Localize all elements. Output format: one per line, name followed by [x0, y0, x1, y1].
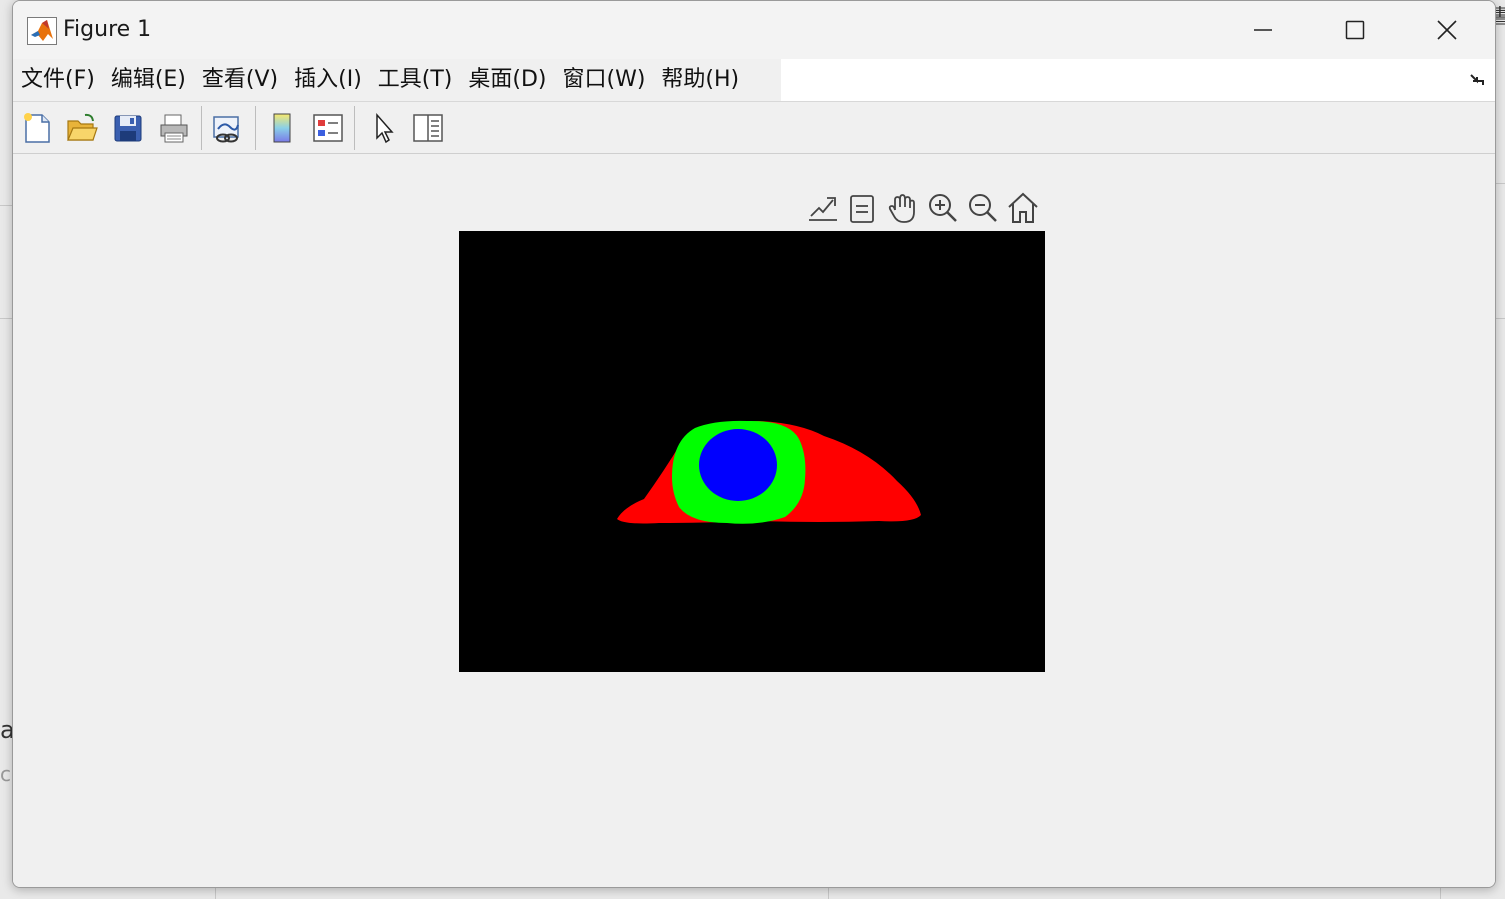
new-figure-icon[interactable] — [20, 111, 54, 145]
zoom-in-icon[interactable] — [925, 190, 961, 226]
background-divider — [215, 888, 216, 899]
property-inspector-icon[interactable] — [411, 111, 445, 145]
close-icon — [1437, 20, 1457, 40]
background-divider — [0, 205, 12, 206]
save-icon[interactable] — [111, 111, 145, 145]
menu-window[interactable]: 窗口(W) — [555, 59, 654, 101]
background-divider — [1496, 318, 1505, 319]
menu-bar-empty-area — [781, 59, 1495, 101]
title-bar[interactable]: Figure 1 — [13, 1, 1495, 59]
background-divider — [1440, 888, 1441, 899]
edit-plot-cursor-icon[interactable] — [367, 111, 401, 145]
window-title: Figure 1 — [63, 17, 152, 42]
home-restore-view-icon[interactable] — [1005, 190, 1041, 226]
print-icon[interactable] — [157, 111, 191, 145]
toolbar-separator — [201, 106, 202, 150]
minimize-icon — [1254, 29, 1272, 31]
zoom-out-icon[interactable] — [965, 190, 1001, 226]
menu-edit[interactable]: 编辑(E) — [103, 59, 194, 101]
matlab-logo-icon — [27, 17, 57, 45]
menu-insert[interactable]: 插入(I) — [286, 59, 370, 101]
menu-help[interactable]: 帮助(H) — [653, 59, 747, 101]
open-file-icon[interactable] — [65, 111, 99, 145]
export-icon[interactable] — [805, 190, 841, 226]
data-tips-icon[interactable] — [845, 190, 881, 226]
link-plot-icon[interactable] — [210, 111, 244, 145]
figure-canvas[interactable] — [13, 154, 1495, 887]
menu-bar: 文件(F) 编辑(E) 查看(V) 插入(I) 工具(T) 桌面(D) 窗口(W… — [13, 59, 1495, 101]
menu-desktop[interactable]: 桌面(D) — [460, 59, 554, 101]
pan-hand-icon[interactable] — [885, 190, 921, 226]
background-divider — [828, 888, 829, 899]
figure-toolbar — [13, 101, 1495, 154]
menu-view[interactable]: 查看(V) — [194, 59, 286, 101]
background-divider — [1496, 183, 1505, 184]
toolbar-separator — [255, 106, 256, 150]
legend-icon[interactable] — [311, 111, 345, 145]
toolbar-separator — [354, 106, 355, 150]
close-button[interactable] — [1401, 1, 1493, 59]
image-axes[interactable] — [459, 231, 1045, 672]
menu-tools[interactable]: 工具(T) — [370, 59, 461, 101]
background-divider — [0, 318, 12, 319]
figure-window: Figure 1 文件(F) 编辑(E) 查看(V) 插入(I) 工具(T) 桌… — [12, 0, 1496, 888]
colorbar-icon[interactable] — [266, 111, 300, 145]
menu-file[interactable]: 文件(F) — [13, 59, 103, 101]
maximize-button[interactable] — [1309, 1, 1401, 59]
maximize-icon — [1345, 20, 1365, 40]
inner-region-blue — [699, 429, 777, 501]
segmentation-image — [459, 231, 1045, 672]
minimize-button[interactable] — [1217, 1, 1309, 59]
dock-arrow-icon[interactable] — [1469, 71, 1485, 91]
